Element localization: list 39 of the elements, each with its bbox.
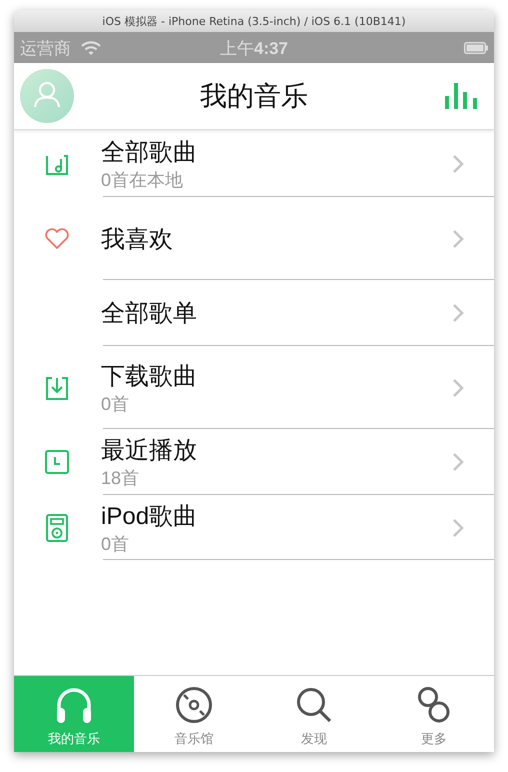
menu-row[interactable]: 下载歌曲 0首 bbox=[14, 346, 494, 429]
chevron-icon bbox=[452, 303, 464, 323]
row-subtitle: 0首在本地 bbox=[101, 168, 184, 192]
avatar-button[interactable] bbox=[20, 69, 74, 123]
equalizer-icon[interactable] bbox=[445, 83, 477, 109]
menu-row[interactable]: 最近播放 18首 bbox=[14, 429, 494, 495]
heart-icon bbox=[44, 228, 70, 250]
window-title: iOS 模拟器 - iPhone Retina (3.5-inch) / iOS 6.1 (10B141) bbox=[102, 14, 406, 28]
row-title: 我喜欢 bbox=[101, 224, 174, 254]
battery-icon bbox=[464, 42, 488, 54]
screen-title: 我的音乐 bbox=[200, 80, 308, 114]
headphones-icon bbox=[54, 686, 94, 724]
row-title: 全部歌曲 bbox=[101, 138, 198, 168]
menu-row[interactable]: 全部歌单 bbox=[14, 280, 494, 346]
chevron-icon bbox=[452, 228, 464, 248]
chevron-icon bbox=[452, 378, 464, 398]
row-subtitle: 18首 bbox=[101, 467, 140, 490]
clock-icon bbox=[44, 450, 68, 474]
row-title: 最近播放 bbox=[101, 436, 198, 466]
tab[interactable]: 更多 bbox=[374, 676, 494, 752]
chevron-icon bbox=[452, 154, 464, 174]
menu-row[interactable]: 全部歌曲 0首在本地 bbox=[14, 130, 494, 197]
status-time: 上午4:37 bbox=[220, 38, 288, 60]
carrier-label: 运营商 bbox=[20, 38, 71, 60]
menu-row[interactable]: 我喜欢 bbox=[14, 197, 494, 280]
menu-row[interactable]: iPod歌曲 0首 bbox=[14, 495, 494, 560]
row-subtitle: 0首 bbox=[101, 532, 130, 556]
row-subtitle: 0首 bbox=[101, 392, 130, 416]
linked-rings-icon bbox=[417, 686, 451, 724]
disc-icon bbox=[175, 686, 213, 724]
wifi-icon bbox=[81, 41, 101, 55]
row-title: 全部歌单 bbox=[101, 299, 198, 329]
search-icon bbox=[295, 686, 333, 724]
chevron-icon bbox=[452, 518, 464, 538]
download-icon bbox=[44, 376, 68, 400]
row-title: 下载歌曲 bbox=[101, 362, 198, 392]
chevron-icon bbox=[452, 452, 464, 472]
row-title: iPod歌曲 bbox=[101, 502, 198, 532]
ipod-icon bbox=[46, 514, 68, 542]
